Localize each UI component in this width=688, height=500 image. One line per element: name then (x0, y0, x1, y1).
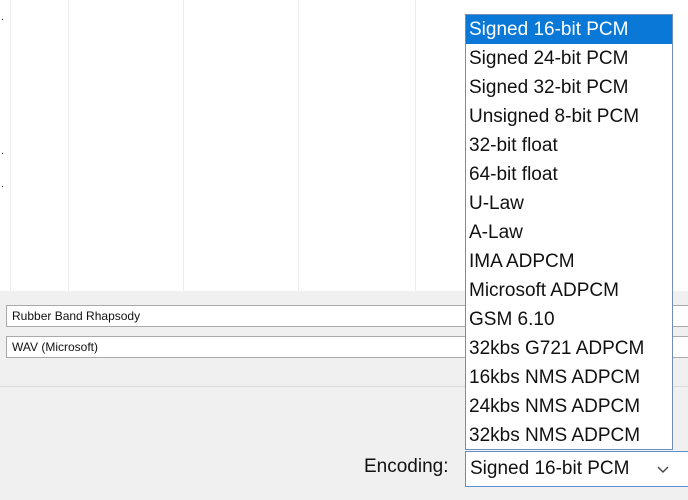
encoding-option[interactable]: 16kbs NMS ADPCM (466, 363, 672, 392)
encoding-dropdown-list[interactable]: Signed 16-bit PCM Signed 24-bit PCM Sign… (465, 14, 673, 450)
encoding-option[interactable]: Signed 32-bit PCM (466, 73, 672, 102)
encoding-selected-value: Signed 16-bit PCM (470, 458, 630, 479)
encoding-option[interactable]: GSM 6.10 (466, 305, 672, 334)
column-divider (415, 0, 416, 291)
encoding-option[interactable]: 32kbs NMS ADPCM (466, 421, 672, 449)
column-divider (10, 0, 11, 291)
encoding-option[interactable]: IMA ADPCM (466, 247, 672, 276)
chevron-down-icon[interactable] (656, 462, 670, 476)
encoding-option[interactable]: 64-bit float (466, 160, 672, 189)
encoding-option[interactable]: Microsoft ADPCM (466, 276, 672, 305)
encoding-option[interactable]: Unsigned 8-bit PCM (466, 102, 672, 131)
encoding-option[interactable]: Signed 16-bit PCM (466, 15, 672, 44)
list-mark: . (1, 145, 5, 157)
column-divider (298, 0, 299, 291)
column-divider (183, 0, 184, 291)
encoding-option[interactable]: U-Law (466, 189, 672, 218)
encoding-option[interactable]: 32-bit float (466, 131, 672, 160)
encoding-option[interactable]: 32kbs G721 ADPCM (466, 334, 672, 363)
encoding-option[interactable]: Signed 24-bit PCM (466, 44, 672, 73)
encoding-select[interactable]: Signed 16-bit PCM (465, 451, 688, 487)
encoding-option[interactable]: A-Law (466, 218, 672, 247)
encoding-label: Encoding: (364, 456, 449, 477)
encoding-option[interactable]: 24kbs NMS ADPCM (466, 392, 672, 421)
list-mark: . (1, 11, 5, 23)
list-mark: . (1, 178, 5, 190)
column-divider (68, 0, 69, 291)
